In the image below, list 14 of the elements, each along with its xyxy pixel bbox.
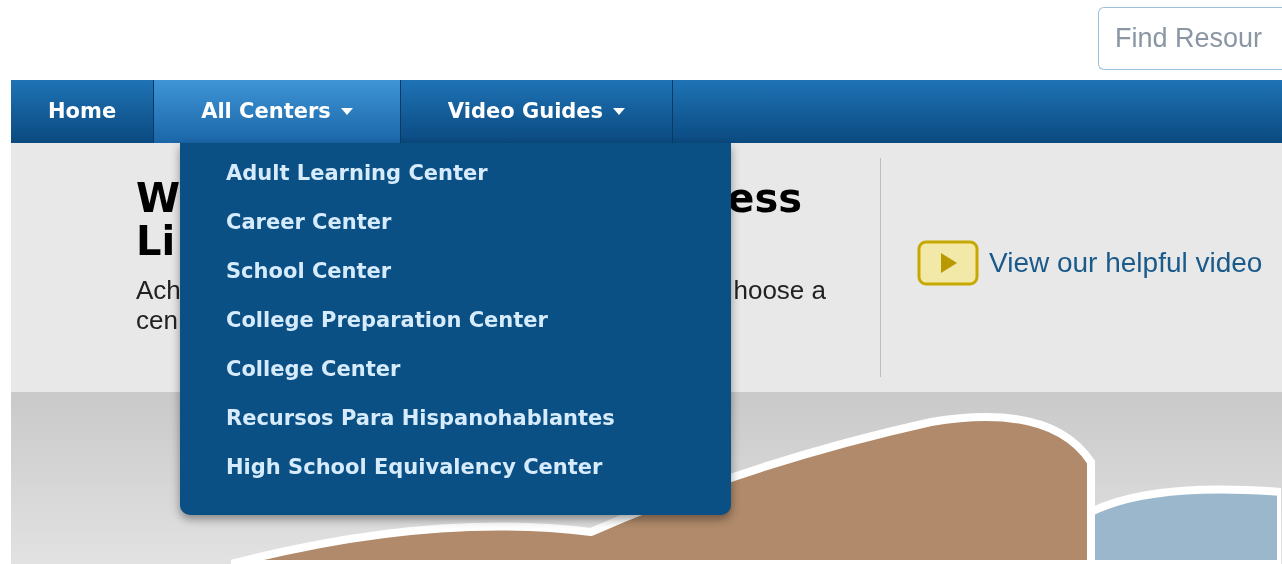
menu-item[interactable]: Recursos Para Hispanohablantes [226, 400, 731, 449]
video-link[interactable]: View our helpful video [989, 241, 1263, 284]
intro-text: Ach [136, 275, 181, 305]
heading-text: Li [136, 220, 176, 263]
intro-text: cen [136, 305, 178, 335]
heading-text: W [136, 177, 181, 220]
menu-item[interactable]: School Center [226, 253, 731, 302]
menu-item[interactable]: College Preparation Center [226, 302, 731, 351]
search-field[interactable]: Find Resour [1098, 7, 1282, 70]
play-icon [917, 239, 979, 286]
nav-tab[interactable]: All Centers [154, 80, 401, 143]
menu-item[interactable]: College Center [226, 351, 731, 400]
menu-item[interactable]: High School Equivalency Center [226, 449, 731, 498]
intro-text: hoose a [733, 275, 826, 305]
